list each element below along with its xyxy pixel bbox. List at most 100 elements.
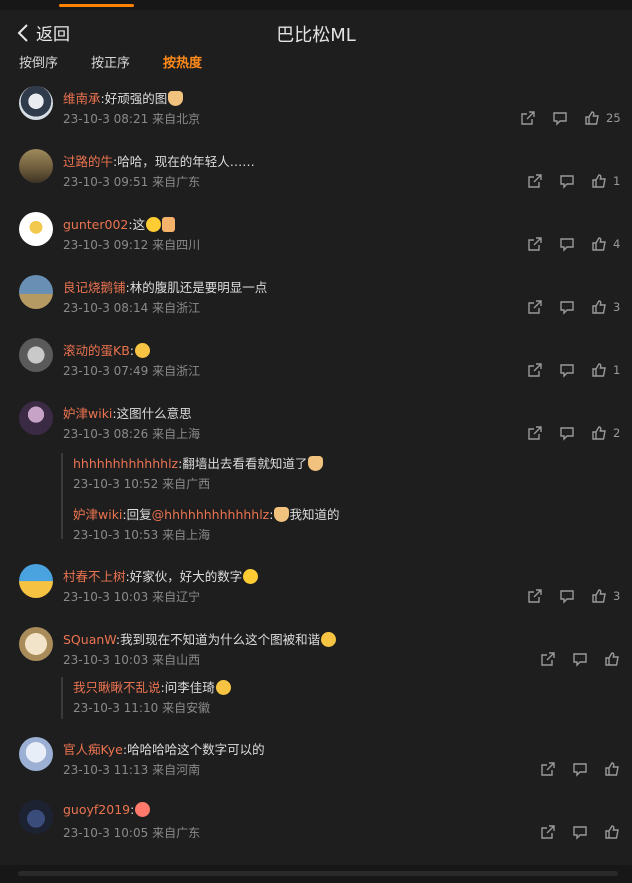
comment-icon bbox=[559, 425, 575, 441]
reply-item: hhhhhhhhhhhhlz:翻墙出去看看就知道了 23-10-3 10:52 … bbox=[63, 453, 603, 493]
comment-line: 滚动的蛋KB: bbox=[63, 340, 150, 359]
like-button[interactable]: 1 bbox=[591, 173, 629, 189]
tab-sort-reverse[interactable]: 按倒序 bbox=[19, 52, 58, 71]
comment-text: :好顽强的图 bbox=[100, 91, 168, 106]
share-icon bbox=[520, 110, 536, 126]
share-button[interactable] bbox=[527, 588, 543, 604]
comment-actions: 3 bbox=[527, 299, 629, 315]
reply-button[interactable] bbox=[559, 299, 575, 315]
comment-location: 来自浙江 bbox=[152, 364, 201, 378]
comment-location: 来自河南 bbox=[152, 763, 201, 777]
reply-button[interactable] bbox=[559, 588, 575, 604]
avatar[interactable] bbox=[19, 800, 53, 834]
avatar[interactable] bbox=[19, 338, 53, 372]
avatar[interactable] bbox=[19, 149, 53, 183]
comment-actions bbox=[540, 761, 620, 777]
comment-time: 23-10-3 08:26 bbox=[63, 427, 149, 441]
tab-sort-forward[interactable]: 按正序 bbox=[91, 52, 130, 71]
avatar[interactable] bbox=[19, 401, 53, 435]
avatar[interactable] bbox=[19, 275, 53, 309]
like-button[interactable] bbox=[604, 761, 620, 777]
like-button[interactable]: 1 bbox=[591, 362, 629, 378]
share-icon bbox=[540, 761, 556, 777]
username-link[interactable]: 良记烧鹅铺 bbox=[63, 280, 126, 295]
share-button[interactable] bbox=[540, 761, 556, 777]
comment-actions: 1 bbox=[527, 362, 629, 378]
comment-actions: 25 bbox=[520, 110, 622, 126]
mention-link[interactable]: @hhhhhhhhhhhhlz bbox=[152, 507, 270, 522]
reply-text-sep: : bbox=[269, 507, 274, 522]
reply-item: 妒津wiki:回复@hhhhhhhhhhhhlz: 我知道的 23-10-3 10… bbox=[63, 504, 603, 544]
username-link[interactable]: gunter002 bbox=[63, 217, 128, 232]
reply-button[interactable] bbox=[572, 761, 588, 777]
share-button[interactable] bbox=[520, 110, 536, 126]
reply-meta: 23-10-3 11:10 来自安徽 bbox=[73, 699, 210, 716]
reply-time: 23-10-3 10:53 bbox=[73, 528, 159, 542]
username-link[interactable]: hhhhhhhhhhhhlz bbox=[73, 456, 178, 471]
comment-actions: 4 bbox=[527, 236, 629, 252]
username-link[interactable]: 妒津wiki bbox=[73, 507, 122, 522]
reply-button[interactable] bbox=[559, 362, 575, 378]
tab-sort-hot[interactable]: 按热度 bbox=[163, 52, 202, 71]
username-link[interactable]: guoyf2019 bbox=[63, 802, 130, 817]
username-link[interactable]: 我只瞅瞅不乱说 bbox=[73, 680, 161, 695]
like-button[interactable]: 3 bbox=[591, 588, 629, 604]
username-link[interactable]: 滚动的蛋KB bbox=[63, 343, 130, 358]
share-icon bbox=[540, 824, 556, 840]
comment-time: 23-10-3 07:49 bbox=[63, 364, 149, 378]
like-button[interactable]: 2 bbox=[591, 425, 629, 441]
username-link[interactable]: 过路的牛 bbox=[63, 154, 113, 169]
username-link[interactable]: 维南承 bbox=[63, 91, 101, 106]
like-button[interactable]: 3 bbox=[591, 299, 629, 315]
avatar[interactable] bbox=[19, 86, 53, 120]
like-button[interactable] bbox=[604, 824, 620, 840]
comment-icon bbox=[559, 362, 575, 378]
share-button[interactable] bbox=[527, 173, 543, 189]
thumbs-up-icon bbox=[604, 824, 620, 840]
comment-actions: 1 bbox=[527, 173, 629, 189]
comment-meta: 23-10-3 07:49 来自浙江 bbox=[63, 362, 200, 379]
reply-meta: 23-10-3 10:53 来自上海 bbox=[73, 526, 210, 543]
comment-meta: 23-10-3 11:13 来自河南 bbox=[63, 761, 200, 778]
comment-location: 来自广东 bbox=[152, 826, 201, 840]
share-button[interactable] bbox=[527, 425, 543, 441]
share-icon bbox=[527, 362, 543, 378]
comment-meta: 23-10-3 10:05 来自广东 bbox=[63, 824, 200, 841]
avatar[interactable] bbox=[19, 627, 53, 661]
comment-text: :林的腹肌还是要明显一点 bbox=[125, 280, 268, 295]
comment-line: 妒津wiki:这图什么意思 bbox=[63, 403, 192, 422]
username-link[interactable]: SQuanW bbox=[63, 632, 116, 647]
username-link[interactable]: 村春不上树 bbox=[63, 569, 126, 584]
reply-button[interactable] bbox=[572, 651, 588, 667]
horizontal-scrollbar[interactable] bbox=[18, 871, 618, 876]
avatar[interactable] bbox=[19, 564, 53, 598]
share-button[interactable] bbox=[540, 651, 556, 667]
thumbs-up-icon bbox=[591, 299, 607, 315]
sort-tabs: 按倒序 按正序 按热度 bbox=[0, 50, 632, 72]
cat-emoji-icon bbox=[274, 507, 290, 522]
share-button[interactable] bbox=[527, 362, 543, 378]
like-button[interactable]: 4 bbox=[591, 236, 629, 252]
reply-button[interactable] bbox=[559, 425, 575, 441]
like-button[interactable]: 25 bbox=[584, 110, 622, 126]
reply-button[interactable] bbox=[559, 173, 575, 189]
comment-icon bbox=[559, 236, 575, 252]
avatar[interactable] bbox=[19, 737, 53, 771]
share-button[interactable] bbox=[527, 299, 543, 315]
share-button[interactable] bbox=[540, 824, 556, 840]
username-link[interactable]: 妒津wiki bbox=[63, 406, 112, 421]
comment-time: 23-10-3 09:12 bbox=[63, 238, 149, 252]
like-button[interactable] bbox=[604, 651, 620, 667]
avatar[interactable] bbox=[19, 212, 53, 246]
reply-button[interactable] bbox=[572, 824, 588, 840]
reply-time: 23-10-3 11:10 bbox=[73, 701, 159, 715]
share-icon bbox=[527, 173, 543, 189]
comment-location: 来自北京 bbox=[152, 112, 201, 126]
comment-icon bbox=[572, 651, 588, 667]
reply-button[interactable] bbox=[559, 236, 575, 252]
username-link[interactable]: 官人痴Kye bbox=[63, 742, 123, 757]
kiss-emoji-icon bbox=[135, 802, 151, 817]
share-button[interactable] bbox=[527, 236, 543, 252]
reply-button[interactable] bbox=[552, 110, 568, 126]
like-count: 3 bbox=[613, 589, 621, 603]
